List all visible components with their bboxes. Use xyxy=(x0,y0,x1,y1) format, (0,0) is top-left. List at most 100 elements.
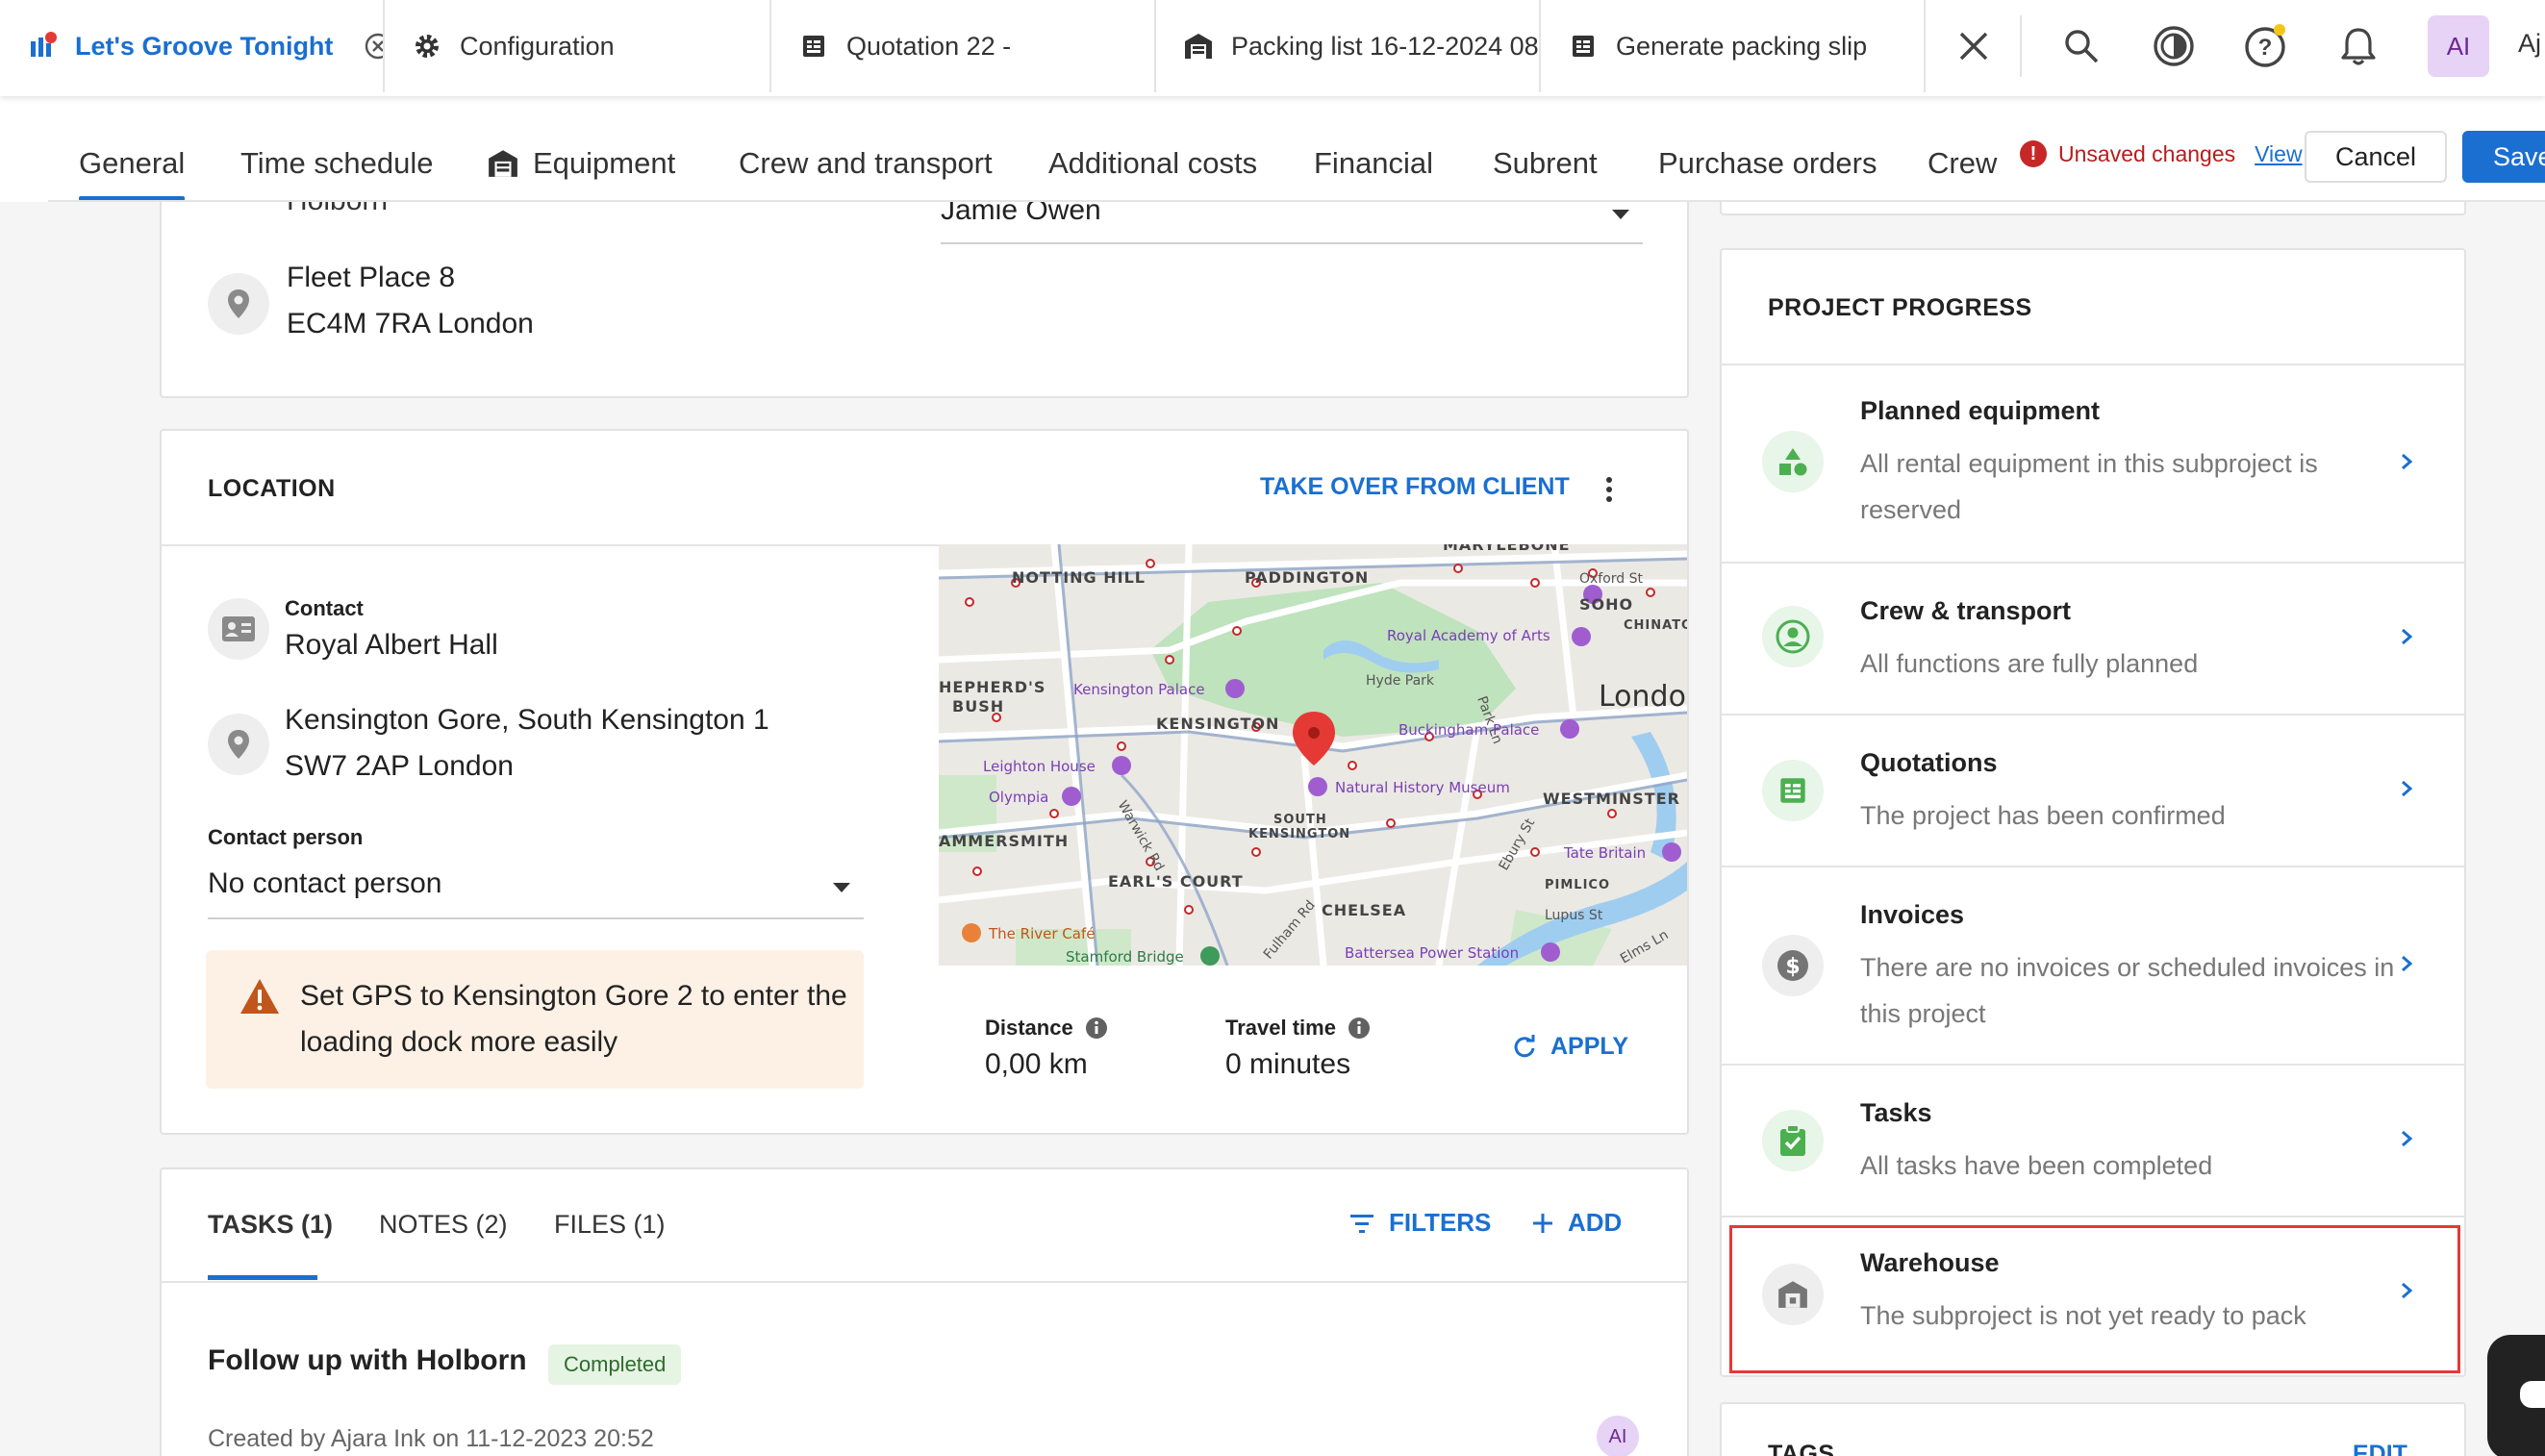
add-label: ADD xyxy=(1568,1208,1623,1237)
progress-title: Invoices xyxy=(1860,900,1965,929)
document-icon xyxy=(1568,31,1599,62)
progress-title: Crew & transport xyxy=(1860,596,2072,625)
filter-icon xyxy=(1350,1214,1373,1233)
tab-notes[interactable]: NOTES (2) xyxy=(379,1210,508,1240)
tab-files[interactable]: FILES (1) xyxy=(554,1210,666,1240)
close-tab-icon[interactable] xyxy=(364,32,383,61)
travel-time-value: 0 minutes xyxy=(1225,1048,1351,1080)
tab-subrent-label: Subrent xyxy=(1493,146,1598,180)
divider xyxy=(162,1281,1687,1283)
map-label: The River Café xyxy=(988,925,1095,942)
map-label: EARL'S COURT xyxy=(1108,872,1244,891)
save-button[interactable]: Save xyxy=(2462,131,2545,183)
tab-purchase-orders[interactable]: Purchase orders xyxy=(1658,146,1877,181)
tab-financial[interactable]: Financial xyxy=(1314,146,1433,181)
task-title[interactable]: Follow up with Holborn xyxy=(208,1344,527,1377)
filters-button[interactable]: FILTERS xyxy=(1348,1208,1491,1238)
svg-text:$: $ xyxy=(1785,955,1800,979)
progress-item-tasks[interactable]: Tasks All tasks have been completed xyxy=(1722,1066,2464,1216)
progress-title: Quotations xyxy=(1860,748,1998,777)
chevron-right-icon xyxy=(2395,625,2418,648)
progress-description: All rental equipment in this subproject … xyxy=(1860,449,2318,524)
chevron-right-icon xyxy=(2395,1127,2418,1150)
map-label: Leighton House xyxy=(983,758,1096,775)
map-label: NOTTING HILL xyxy=(1012,568,1146,587)
gps-warning: Set GPS to Kensington Gore 2 to enter th… xyxy=(206,950,864,1089)
progress-item-invoices[interactable]: $ Invoices There are no invoices or sche… xyxy=(1722,867,2464,1064)
help-icon[interactable]: ? xyxy=(2243,23,2289,69)
tab-equipment-label: Equipment xyxy=(533,146,676,180)
location-map[interactable]: MARYLEBONE NOTTING HILL PADDINGTON SOHO … xyxy=(939,544,1687,966)
tab-quotation[interactable]: Quotation 22 - xyxy=(771,0,1156,92)
search-icon[interactable] xyxy=(2058,23,2104,69)
map-label: Royal Academy of Arts xyxy=(1387,627,1550,644)
tab-packing-list[interactable]: Packing list 16-12-2024 08: xyxy=(1156,0,1541,92)
progress-description: The project has been confirmed xyxy=(1860,801,2226,830)
progress-title: Planned equipment xyxy=(1860,396,2101,425)
map-label: PIMLICO xyxy=(1545,878,1610,892)
tab-crew-transport[interactable]: Crew and transport xyxy=(739,146,993,181)
tab-equipment[interactable]: Equipment xyxy=(487,146,675,181)
divider xyxy=(48,200,2545,202)
clipboard-check-icon xyxy=(1762,1110,1824,1171)
map-label: Kensington Palace xyxy=(1073,681,1205,698)
tab-crew[interactable]: Crew xyxy=(1928,146,1997,181)
progress-item-crew-transport[interactable]: Crew & transport All functions are fully… xyxy=(1722,564,2464,714)
tab-time-schedule[interactable]: Time schedule xyxy=(240,146,433,181)
map-label: WESTMINSTER xyxy=(1543,790,1680,808)
user-name[interactable]: Aj xyxy=(2518,29,2541,59)
chevron-right-icon xyxy=(2395,952,2418,975)
tab-configuration[interactable]: Configuration xyxy=(385,0,771,92)
status-badge: Completed xyxy=(548,1344,682,1385)
tab-general-label: General xyxy=(79,146,186,180)
location-pin-icon xyxy=(208,714,269,775)
unsaved-label: Unsaved changes xyxy=(2058,140,2236,166)
more-options-icon[interactable] xyxy=(1604,475,1624,504)
location-pin-icon xyxy=(208,273,269,335)
warning-triangle-icon xyxy=(239,977,281,1020)
filters-label: FILTERS xyxy=(1389,1208,1492,1237)
user-avatar[interactable]: AI xyxy=(2428,15,2489,77)
chat-icon xyxy=(2520,1381,2545,1408)
avatar: AI xyxy=(1597,1416,1639,1456)
travel-time-label: Travel time xyxy=(1225,1016,1371,1041)
close-icon[interactable] xyxy=(1951,23,1997,69)
add-task-button[interactable]: ADD xyxy=(1531,1208,1622,1238)
chevron-down-icon xyxy=(833,883,850,892)
contact-person-select[interactable]: No contact person xyxy=(208,867,441,900)
tab-crew-transport-label: Crew and transport xyxy=(739,146,993,180)
tab-project[interactable]: Let's Groove Tonight xyxy=(0,0,385,92)
tab-quotation-label: Quotation 22 - xyxy=(846,31,1012,61)
cancel-button[interactable]: Cancel xyxy=(2305,131,2447,183)
tab-subrent[interactable]: Subrent xyxy=(1493,146,1598,181)
edit-tags-button[interactable]: EDIT xyxy=(2353,1441,2407,1456)
progress-item-planned-equipment[interactable]: Planned equipment All rental equipment i… xyxy=(1722,364,2464,562)
tab-packing-slip[interactable]: Generate packing slip xyxy=(1541,0,1926,92)
project-chart-icon xyxy=(27,31,58,62)
svg-text:?: ? xyxy=(2258,35,2273,61)
view-changes-link[interactable]: View xyxy=(2255,141,2302,167)
tab-additional-costs[interactable]: Additional costs xyxy=(1048,146,1257,181)
theme-toggle-icon[interactable] xyxy=(2151,23,2197,69)
plus-icon xyxy=(1533,1213,1552,1233)
chat-widget-button[interactable] xyxy=(2487,1335,2545,1456)
location-address-line2: SW7 2AP London xyxy=(285,750,514,782)
document-icon xyxy=(798,31,829,62)
tab-general[interactable]: General xyxy=(79,146,186,201)
notifications-bell-icon[interactable] xyxy=(2335,23,2381,69)
map-label: SOHO xyxy=(1579,595,1633,614)
tags-title: TAGS xyxy=(1768,1441,1835,1456)
take-over-from-client-button[interactable]: TAKE OVER FROM CLIENT xyxy=(1260,473,1570,501)
warehouse-highlight-box xyxy=(1729,1225,2460,1373)
map-label: Londo xyxy=(1599,680,1686,714)
progress-description: All tasks have been completed xyxy=(1860,1151,2213,1180)
chevron-right-icon xyxy=(2395,450,2418,473)
project-progress-title: PROJECT PROGRESS xyxy=(1768,294,2032,321)
progress-item-quotations[interactable]: Quotations The project has been confirme… xyxy=(1722,715,2464,866)
apply-button[interactable]: APPLY xyxy=(1512,1033,1628,1061)
chevron-right-icon xyxy=(2395,777,2418,800)
location-title: LOCATION xyxy=(208,475,336,502)
warning-text: Set GPS to Kensington Gore 2 to enter th… xyxy=(300,980,847,1058)
map-label: SOUTH xyxy=(1273,813,1327,827)
tab-tasks[interactable]: TASKS (1) xyxy=(208,1210,333,1240)
